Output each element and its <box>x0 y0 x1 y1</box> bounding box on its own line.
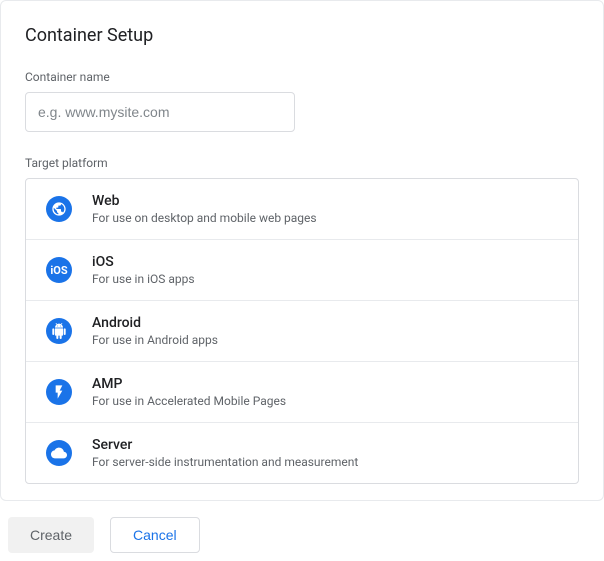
panel-title: Container Setup <box>25 25 579 46</box>
ios-icon: iOS <box>46 257 72 283</box>
platform-text: Android For use in Android apps <box>92 315 218 347</box>
create-button[interactable]: Create <box>8 517 94 553</box>
platform-text: AMP For use in Accelerated Mobile Pages <box>92 376 286 408</box>
platform-item-server[interactable]: Server For server-side instrumentation a… <box>26 423 578 483</box>
amp-icon <box>46 379 72 405</box>
platform-item-amp[interactable]: AMP For use in Accelerated Mobile Pages <box>26 362 578 423</box>
platform-item-ios[interactable]: iOS iOS For use in iOS apps <box>26 240 578 301</box>
container-name-label: Container name <box>25 70 579 84</box>
platform-desc: For server-side instrumentation and meas… <box>92 455 358 469</box>
container-setup-panel: Container Setup Container name Target pl… <box>0 0 604 501</box>
platform-desc: For use on desktop and mobile web pages <box>92 211 317 225</box>
platform-desc: For use in iOS apps <box>92 272 195 286</box>
platform-title: Web <box>92 193 317 209</box>
server-icon <box>46 440 72 466</box>
platform-desc: For use in Accelerated Mobile Pages <box>92 394 286 408</box>
button-row: Create Cancel <box>0 501 604 561</box>
platform-desc: For use in Android apps <box>92 333 218 347</box>
target-platform-label: Target platform <box>25 156 579 170</box>
platform-title: Server <box>92 437 358 453</box>
web-icon <box>46 196 72 222</box>
platform-title: AMP <box>92 376 286 392</box>
platform-title: Android <box>92 315 218 331</box>
platform-item-web[interactable]: Web For use on desktop and mobile web pa… <box>26 179 578 240</box>
container-name-input[interactable] <box>25 92 295 132</box>
platform-title: iOS <box>92 254 195 270</box>
platform-text: iOS For use in iOS apps <box>92 254 195 286</box>
platform-list: Web For use on desktop and mobile web pa… <box>25 178 579 484</box>
cancel-button[interactable]: Cancel <box>110 517 200 553</box>
platform-item-android[interactable]: Android For use in Android apps <box>26 301 578 362</box>
platform-text: Server For server-side instrumentation a… <box>92 437 358 469</box>
platform-text: Web For use on desktop and mobile web pa… <box>92 193 317 225</box>
android-icon <box>46 318 72 344</box>
